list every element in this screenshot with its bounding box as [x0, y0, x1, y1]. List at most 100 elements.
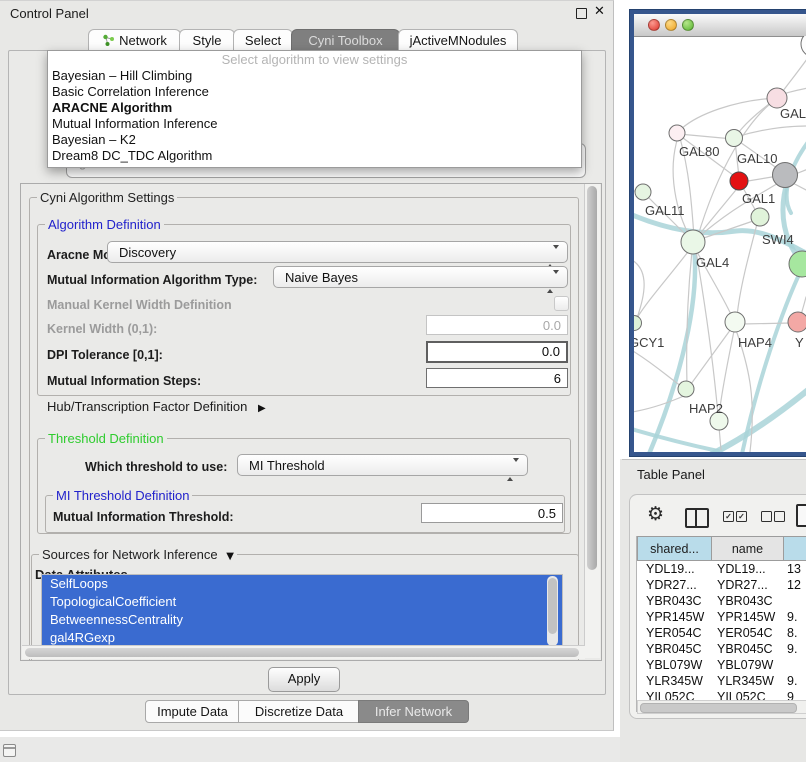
network-node-Y[interactable]: [788, 312, 806, 332]
apply-button[interactable]: Apply: [268, 667, 340, 692]
close-window-icon[interactable]: [648, 19, 660, 31]
gear-icon[interactable]: ⚙: [647, 503, 664, 525]
network-node-GAL1[interactable]: [730, 172, 748, 190]
network-edge[interactable]: [634, 395, 686, 412]
network-edge-thick[interactable]: [742, 266, 803, 452]
network-icon: [102, 34, 115, 47]
network-canvas[interactable]: GALGAL80GAL10GAL1GAL11SWI4GAL4GCY1HAP4YH…: [634, 36, 806, 452]
tab-style[interactable]: Style: [179, 29, 235, 51]
sources-toggle[interactable]: Sources for Network Inference ▼: [39, 547, 237, 562]
table-row[interactable]: YER054CYER054C8.: [637, 626, 806, 642]
table-row[interactable]: YBR045CYBR045C9.: [637, 642, 806, 658]
settings-horizontal-scrollbar[interactable]: [22, 645, 585, 659]
tab-infer-network[interactable]: Infer Network: [358, 700, 469, 723]
network-edge[interactable]: [748, 177, 772, 181]
table-row[interactable]: YPR145WYPR145W9.: [637, 610, 806, 626]
table-cell: 12: [787, 578, 801, 592]
network-node-GAL11[interactable]: [635, 184, 651, 200]
stepper-icon: [507, 459, 519, 481]
column-header-cut[interactable]: [783, 536, 806, 561]
network-window-titlebar[interactable]: [634, 14, 806, 37]
manual-kernel-label: Manual Kernel Width Definition: [47, 298, 232, 312]
network-node-HAP4[interactable]: [725, 312, 745, 332]
collapsed-panel-icon[interactable]: [3, 744, 16, 757]
dropdown-prompt: Select algorithm to view settings: [48, 51, 581, 68]
tab-select[interactable]: Select: [233, 29, 293, 51]
network-node-GAL80[interactable]: [669, 125, 685, 141]
network-edge[interactable]: [737, 224, 757, 316]
zoom-window-icon[interactable]: [682, 19, 694, 31]
tab-impute-data[interactable]: Impute Data: [145, 700, 240, 723]
screen: Control Panel ✕ Network Style Select Cyn…: [0, 0, 806, 762]
attributes-list-scrollbar[interactable]: [547, 576, 558, 646]
network-node-GAL10[interactable]: [726, 130, 743, 147]
network-edge-thick[interactable]: [634, 428, 718, 451]
network-edge[interactable]: [679, 98, 777, 131]
which-threshold-select[interactable]: MI Threshold: [237, 454, 528, 476]
network-edge[interactable]: [634, 348, 681, 386]
panel-title: Control Panel: [10, 6, 89, 21]
table-row[interactable]: YBR043CYBR043C: [637, 594, 806, 610]
network-edge[interactable]: [637, 248, 691, 318]
table-row[interactable]: YBL079WYBL079W: [637, 658, 806, 674]
manual-kernel-checkbox[interactable]: [554, 296, 569, 311]
deselect-all-icon[interactable]: [761, 511, 772, 522]
attribute-item[interactable]: BetweennessCentrality: [42, 611, 562, 629]
column-header-shared-name[interactable]: shared...: [637, 536, 712, 561]
network-node-HAP2[interactable]: [678, 381, 694, 397]
selected-value: Naive Bayes: [285, 270, 358, 285]
dpi-tolerance-field[interactable]: 0.0: [426, 341, 568, 363]
table-cell: 9.: [787, 610, 797, 624]
network-edge[interactable]: [696, 251, 718, 415]
table-row[interactable]: YDR27...YDR27...12: [637, 578, 806, 594]
algorithm-option[interactable]: Basic Correlation Inference: [48, 84, 581, 100]
deselect-all-icon-2[interactable]: [774, 511, 785, 522]
tab-discretize-data[interactable]: Discretize Data: [238, 700, 360, 723]
mi-threshold-field[interactable]: 0.5: [421, 503, 563, 523]
kernel-width-field[interactable]: 0.0: [426, 315, 568, 335]
network-node-label: Y: [795, 335, 804, 350]
attribute-item[interactable]: TopologicalCoefficient: [42, 593, 562, 611]
aracne-mode-select[interactable]: Discovery: [107, 241, 568, 263]
table-horizontal-scrollbar[interactable]: [637, 700, 806, 714]
algorithm-option[interactable]: Mutual Information Inference: [48, 116, 581, 132]
attribute-item[interactable]: SelfLoops: [42, 575, 562, 593]
network-edge[interactable]: [736, 126, 806, 137]
network-node[interactable]: [801, 36, 806, 57]
network-edge[interactable]: [742, 323, 791, 324]
collapse-right-icon: ▶: [258, 403, 266, 414]
mi-steps-field[interactable]: 6: [426, 368, 568, 388]
network-node[interactable]: [773, 163, 798, 188]
table-row[interactable]: YLR345WYLR345W9.: [637, 674, 806, 690]
select-all-icon-2[interactable]: ✓: [736, 511, 747, 522]
network-node-GAL[interactable]: [767, 88, 787, 108]
close-icon[interactable]: ✕: [594, 4, 605, 19]
mi-algorithm-type-select[interactable]: Naive Bayes: [273, 266, 568, 288]
network-node-label: GAL1: [742, 191, 775, 206]
network-node-SWI4[interactable]: [751, 208, 769, 226]
new-table-icon[interactable]: [796, 504, 806, 527]
algorithm-option[interactable]: Bayesian – Hill Climbing: [48, 68, 581, 84]
column-header-name[interactable]: name: [711, 536, 784, 561]
network-node-GCY1[interactable]: [634, 316, 642, 331]
table-cell: YPR145W: [646, 610, 704, 624]
select-all-icon[interactable]: ✓: [723, 511, 734, 522]
settings-vertical-scrollbar[interactable]: [584, 184, 600, 658]
minimize-window-icon[interactable]: [665, 19, 677, 31]
network-node[interactable]: [789, 251, 806, 277]
tab-cyni-toolbox[interactable]: Cyni Toolbox: [291, 29, 400, 51]
tab-network[interactable]: Network: [88, 29, 181, 51]
algorithm-option[interactable]: ARACNE Algorithm: [48, 100, 581, 116]
algorithm-option[interactable]: Bayesian – K2: [48, 132, 581, 148]
table-cell: YDR27...: [717, 578, 768, 592]
network-node-GAL4[interactable]: [681, 230, 705, 254]
algorithm-option[interactable]: Dream8 DC_TDC Algorithm: [48, 148, 581, 164]
algorithm-dropdown-popup: Select algorithm to view settings Bayesi…: [47, 50, 582, 168]
network-edge[interactable]: [780, 52, 806, 95]
tab-jactivemnodules[interactable]: jActiveMNodules: [398, 29, 518, 51]
hub-definition-toggle[interactable]: Hub/Transcription Factor Definition ▶: [47, 399, 266, 414]
network-edge[interactable]: [679, 134, 733, 139]
table-row[interactable]: YDL19...YDL19...13: [637, 562, 806, 578]
split-view-icon[interactable]: [685, 508, 709, 528]
float-panel-icon[interactable]: [576, 8, 587, 19]
